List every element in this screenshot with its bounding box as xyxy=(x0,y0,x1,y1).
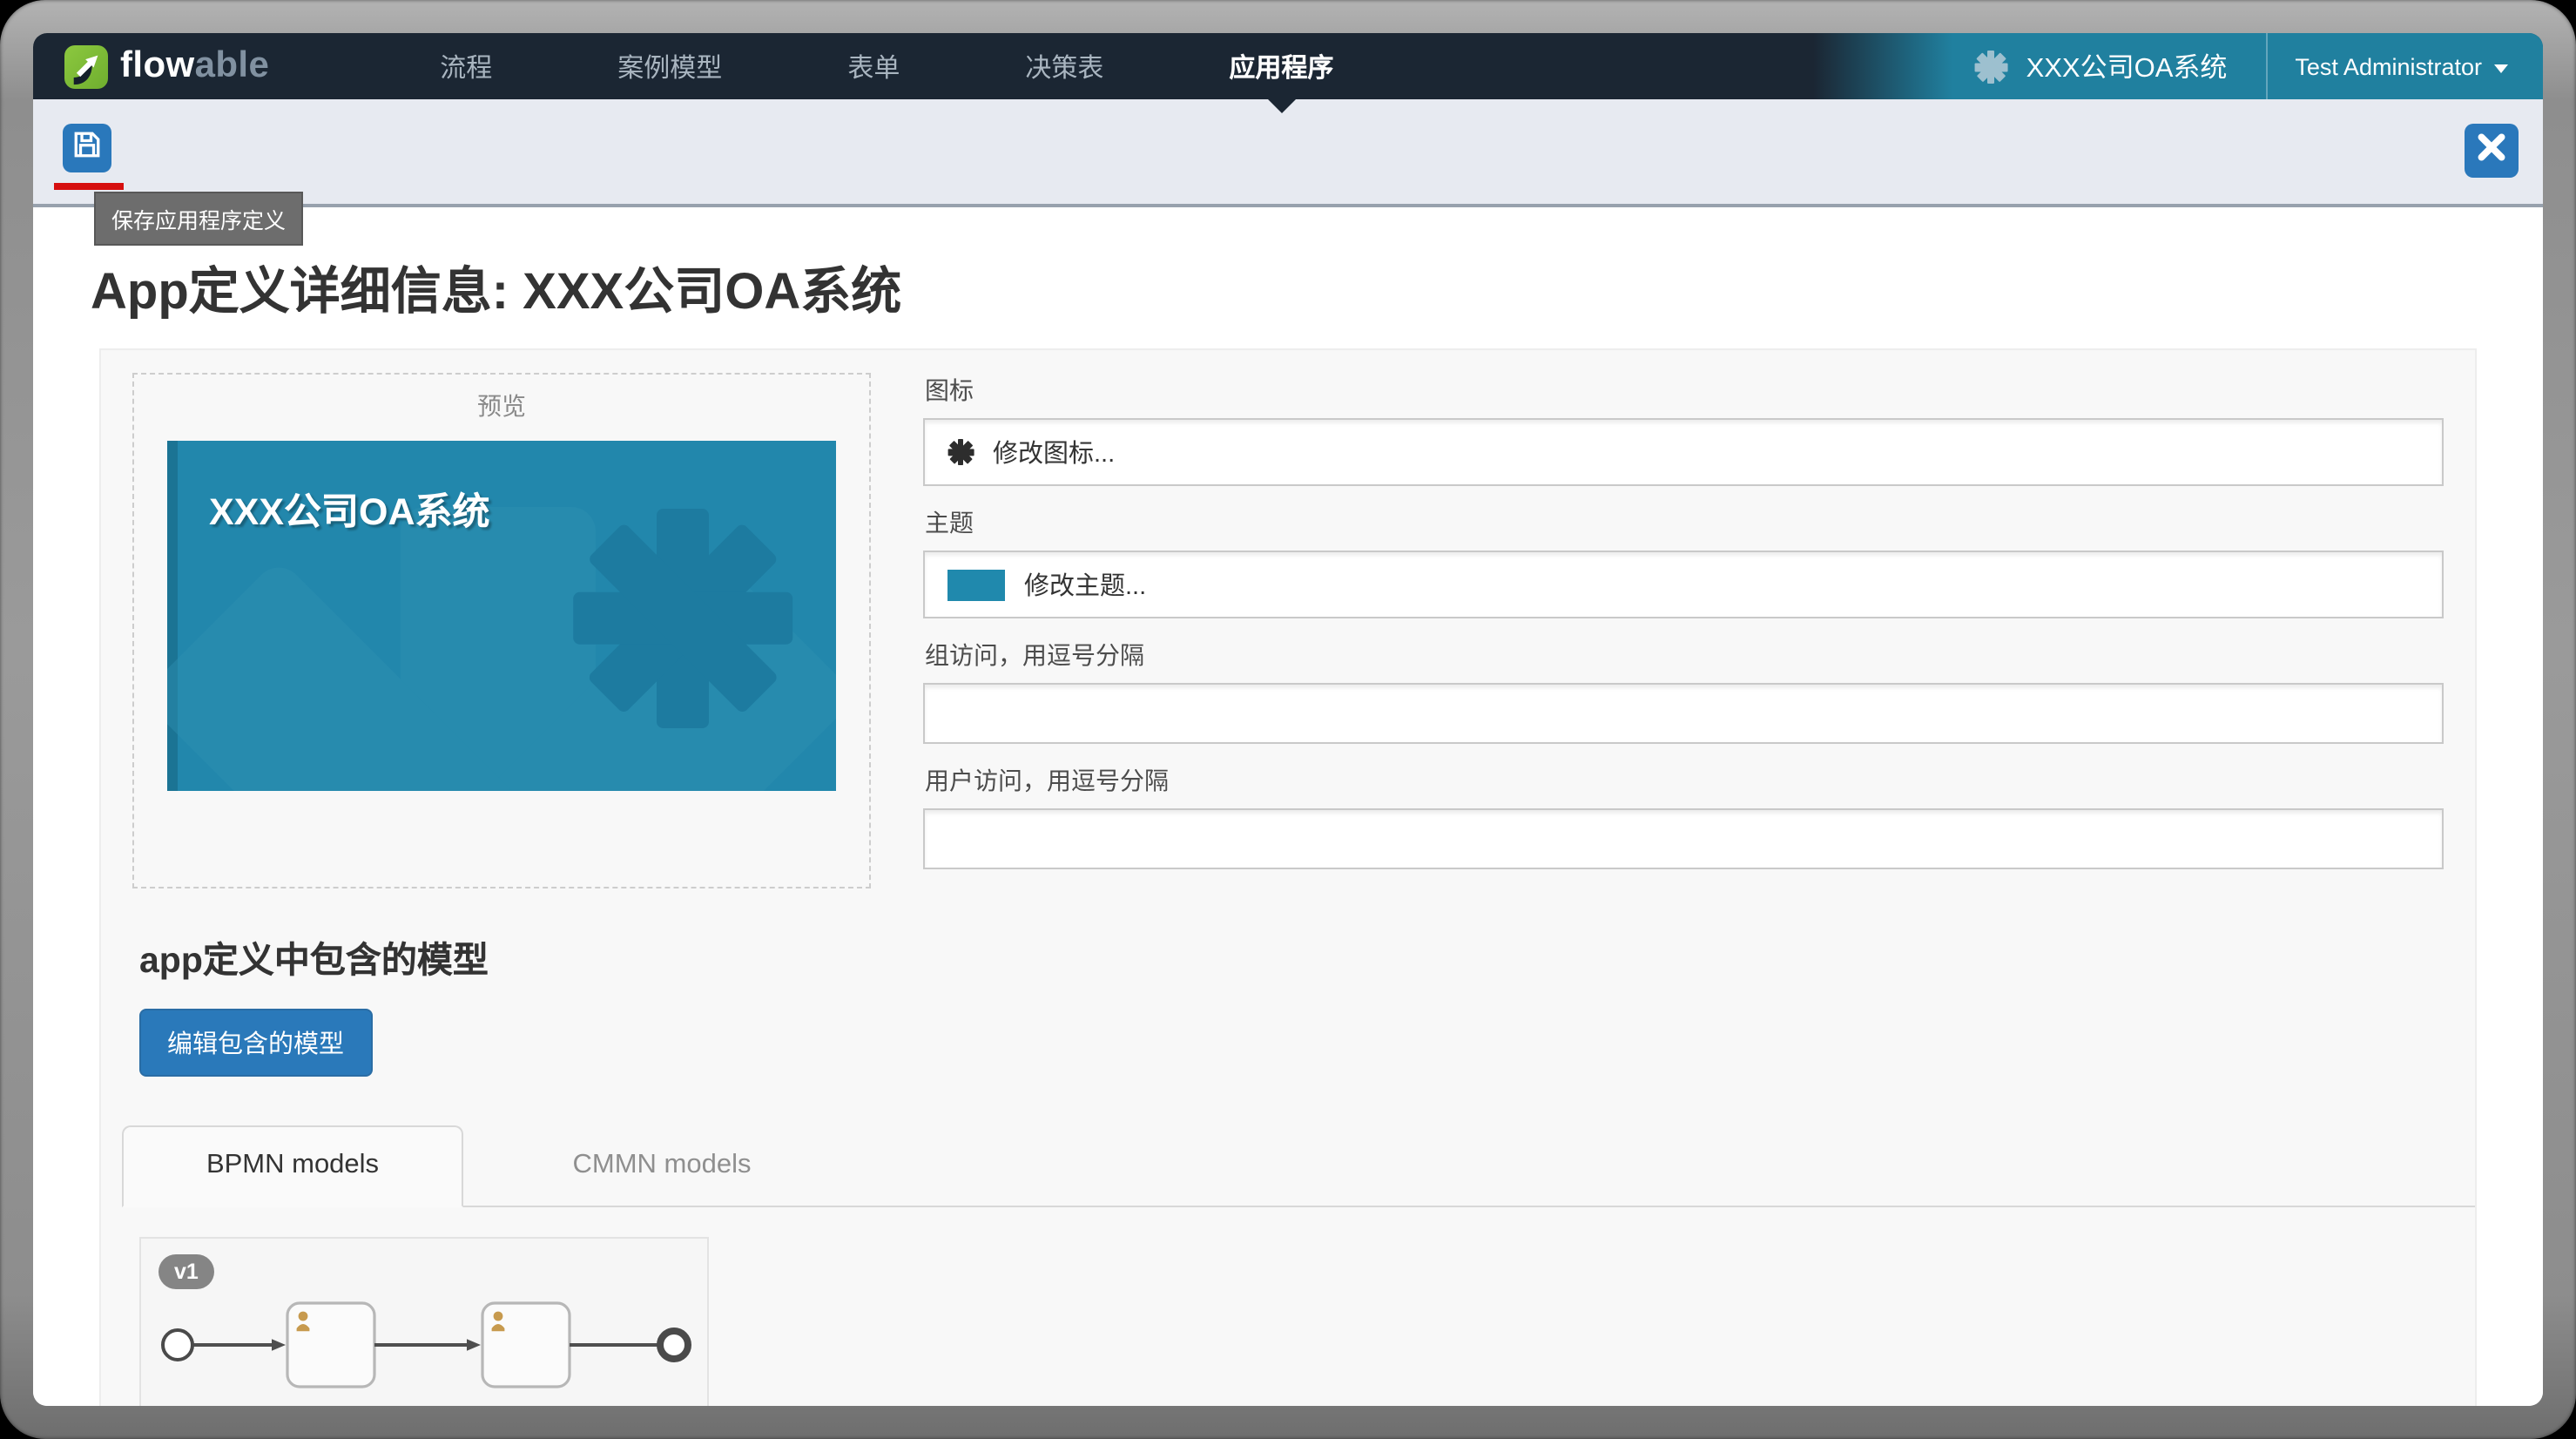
flowable-modeler-window: flowable 流程 案例模型 表单 决策表 应用程序 XXX公司OA系统 T… xyxy=(33,33,2543,1406)
user-name: Test Administrator xyxy=(2295,53,2482,79)
tab-bpmn-models[interactable]: BPMN models xyxy=(122,1125,463,1207)
change-theme-picker[interactable]: 修改主题... xyxy=(923,551,2444,618)
page-title: App定义详细信息: XXX公司OA系统 xyxy=(91,265,902,321)
chevron-down-icon xyxy=(2494,64,2508,72)
app-settings-form: 图标 修改图标... 主题 修改主题... 组访问，用逗号分隔 用户访问，用逗号… xyxy=(923,373,2444,888)
close-icon xyxy=(2477,132,2506,170)
flowable-logo[interactable]: flowable xyxy=(64,33,269,99)
change-icon-label: 修改图标... xyxy=(993,441,1116,469)
app-preview-box: 预览 XXX公司OA系统 xyxy=(132,373,871,888)
close-button[interactable] xyxy=(2465,124,2519,178)
preview-label: 预览 xyxy=(477,392,526,420)
menu-item-decision-tables[interactable]: 决策表 xyxy=(962,33,1166,99)
save-icon xyxy=(71,128,103,168)
user-access-label: 用户访问，用逗号分隔 xyxy=(925,767,1169,794)
edit-included-models-button[interactable]: 编辑包含的模型 xyxy=(139,1009,372,1077)
top-navbar: flowable 流程 案例模型 表单 决策表 应用程序 XXX公司OA系统 T… xyxy=(33,33,2543,99)
annotation-highlight-underline xyxy=(54,183,124,190)
save-tooltip: 保存应用程序定义 xyxy=(94,192,304,246)
flowable-logo-icon xyxy=(64,44,108,88)
asterisk-icon xyxy=(947,439,974,465)
theme-field-label: 主题 xyxy=(925,509,974,537)
current-app-name: XXX公司OA系统 xyxy=(2026,54,2228,84)
bpmn-model-card[interactable]: v1 xyxy=(139,1237,709,1406)
bpmn-diagram-preview xyxy=(150,1280,704,1406)
icon-field-label: 图标 xyxy=(925,376,974,404)
menu-item-case-models[interactable]: 案例模型 xyxy=(555,33,785,99)
menu-item-processes[interactable]: 流程 xyxy=(377,33,555,99)
menu-item-apps[interactable]: 应用程序 xyxy=(1166,33,1396,99)
change-icon-picker[interactable]: 修改图标... xyxy=(923,418,2444,486)
screenshot-stage: flowable 流程 案例模型 表单 决策表 应用程序 XXX公司OA系统 T… xyxy=(0,0,2576,1439)
group-access-input[interactable] xyxy=(923,683,2444,744)
app-tile-title: XXX公司OA系统 xyxy=(209,491,490,533)
change-theme-label: 修改主题... xyxy=(1024,573,1147,601)
app-asterisk-icon xyxy=(1973,50,2007,83)
user-menu[interactable]: Test Administrator xyxy=(2265,33,2543,99)
save-button[interactable] xyxy=(63,124,111,172)
menu-item-forms[interactable]: 表单 xyxy=(785,33,962,99)
main-menu: 流程 案例模型 表单 决策表 应用程序 xyxy=(377,33,1396,99)
app-definition-panel: 预览 XXX公司OA系统 图标 修改图标... 主题 修改主题... 组访问，用… xyxy=(99,348,2477,1406)
model-type-tabs: BPMN models CMMN models xyxy=(122,1125,2475,1207)
models-section-title: app定义中包含的模型 xyxy=(139,941,489,981)
theme-color-swatch xyxy=(947,569,1005,600)
window-frame: flowable 流程 案例模型 表单 决策表 应用程序 XXX公司OA系统 T… xyxy=(0,0,2576,1439)
bpmn-model-thumbnail: v1 xyxy=(141,1239,707,1406)
definition-top-row: 预览 XXX公司OA系统 图标 修改图标... 主题 修改主题... 组访问，用… xyxy=(101,350,2475,906)
asterisk-icon xyxy=(573,509,793,728)
app-tile-preview: XXX公司OA系统 xyxy=(167,441,836,791)
tab-cmmn-models[interactable]: CMMN models xyxy=(463,1127,860,1206)
user-access-input[interactable] xyxy=(923,808,2444,869)
current-app-badge[interactable]: XXX公司OA系统 xyxy=(1814,33,2266,99)
main-content: App定义详细信息: XXX公司OA系统 预览 XXX公司OA系统 图标 修改图… xyxy=(33,207,2543,1406)
flowable-logo-text: flowable xyxy=(120,45,270,85)
group-access-label: 组访问，用逗号分隔 xyxy=(925,641,1144,669)
navbar-right-section: XXX公司OA系统 Test Administrator xyxy=(1813,33,2543,99)
editor-toolbar: 保存应用程序定义 xyxy=(33,99,2543,246)
